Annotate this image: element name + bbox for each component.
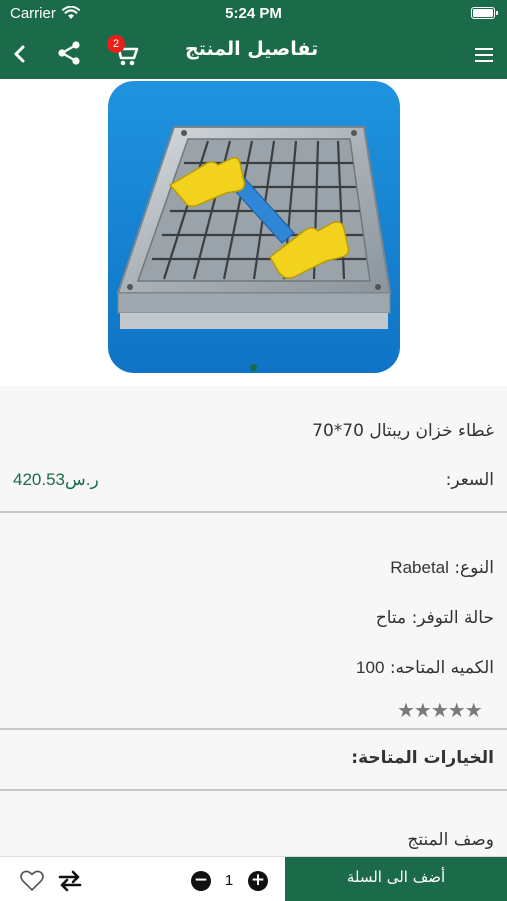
options-section-title: الخيارات المتاحة: xyxy=(351,748,494,768)
compare-icon[interactable] xyxy=(56,869,84,893)
price-label: السعر: xyxy=(445,470,494,490)
status-bar: Carrier 5:24 PM xyxy=(0,0,507,28)
bottom-action-bar: − 1 + أضف الى السلة xyxy=(0,856,507,901)
availability-label: حالة التوفر: xyxy=(411,608,494,628)
type-value: Rabetal xyxy=(390,558,449,577)
product-gallery[interactable] xyxy=(0,79,507,386)
rating-stars[interactable]: ★★★★★ xyxy=(397,698,483,722)
price-value: ر.س420.53 xyxy=(13,470,99,489)
quantity-decrease-button[interactable]: − xyxy=(191,871,211,891)
nav-bar: 2 تفاصيل المنتج xyxy=(0,28,507,79)
quantity-row: الكميه المتاحه: 100 xyxy=(356,658,494,678)
availability-row: حالة التوفر: متاح xyxy=(376,608,494,628)
divider xyxy=(0,511,507,513)
product-name: غطاء خزان ريبتال 70*70 xyxy=(312,421,494,441)
back-icon[interactable] xyxy=(10,42,30,66)
type-row: النوع: Rabetal xyxy=(390,558,494,578)
status-time: 5:24 PM xyxy=(225,5,282,22)
add-to-cart-button[interactable]: أضف الى السلة xyxy=(285,857,507,901)
divider xyxy=(0,728,507,730)
gallery-page-indicator[interactable] xyxy=(250,364,257,371)
share-icon[interactable] xyxy=(56,40,82,66)
quantity-value: 100 xyxy=(356,658,385,677)
divider xyxy=(0,789,507,791)
product-image[interactable] xyxy=(108,81,400,373)
type-label: النوع: xyxy=(454,558,494,578)
heart-icon[interactable] xyxy=(19,869,45,893)
battery-icon xyxy=(471,7,498,19)
quantity-value-display: 1 xyxy=(224,872,234,889)
description-section-title: وصف المنتج xyxy=(407,830,494,850)
quantity-label: الكميه المتاحه: xyxy=(389,658,494,678)
quantity-increase-button[interactable]: + xyxy=(248,871,268,891)
cart-count-badge: 2 xyxy=(107,35,125,53)
page-title: تفاصيل المنتج xyxy=(185,38,319,60)
menu-icon[interactable] xyxy=(473,46,495,64)
availability-value: متاح xyxy=(375,608,407,628)
